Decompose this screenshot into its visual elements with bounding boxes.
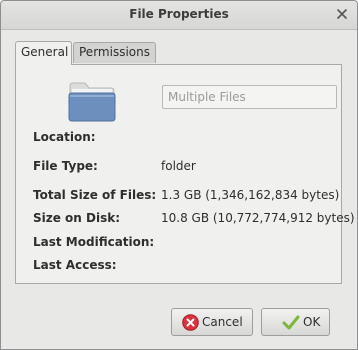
disk-size-value: 10.8 GB (10,772,774,912 bytes)	[161, 211, 355, 225]
name-field[interactable]: Multiple Files	[162, 85, 337, 109]
tab-general-label: General	[21, 45, 69, 59]
checkmark-icon	[282, 315, 300, 330]
name-field-placeholder: Multiple Files	[168, 90, 246, 104]
tab-general[interactable]: General	[15, 41, 72, 65]
title-bar[interactable]: File Properties	[1, 1, 357, 30]
total-size-value: 1.3 GB (1,346,162,834 bytes)	[161, 188, 340, 202]
window-title: File Properties	[129, 7, 229, 21]
last-modification-label: Last Modification:	[33, 235, 155, 249]
cancel-button[interactable]: Cancel	[171, 308, 253, 336]
tab-permissions-label: Permissions	[79, 45, 150, 59]
close-button[interactable]	[333, 5, 351, 23]
cancel-icon	[182, 314, 199, 331]
total-size-label: Total Size of Files:	[33, 188, 157, 202]
location-label: Location:	[33, 130, 96, 144]
last-access-label: Last Access:	[33, 258, 117, 272]
general-panel: Multiple Files Location: File Type: fold…	[15, 64, 355, 284]
ok-button[interactable]: OK	[261, 308, 330, 336]
close-icon	[337, 9, 347, 19]
ok-button-label: OK	[303, 315, 321, 329]
folder-icon	[68, 82, 116, 122]
file-type-label: File Type:	[33, 159, 98, 173]
file-type-value: folder	[161, 159, 196, 173]
tab-permissions[interactable]: Permissions	[73, 42, 156, 63]
disk-size-label: Size on Disk:	[33, 211, 121, 225]
cancel-button-label: Cancel	[202, 315, 243, 329]
properties-window: File Properties General Permissions Mult…	[0, 0, 358, 350]
